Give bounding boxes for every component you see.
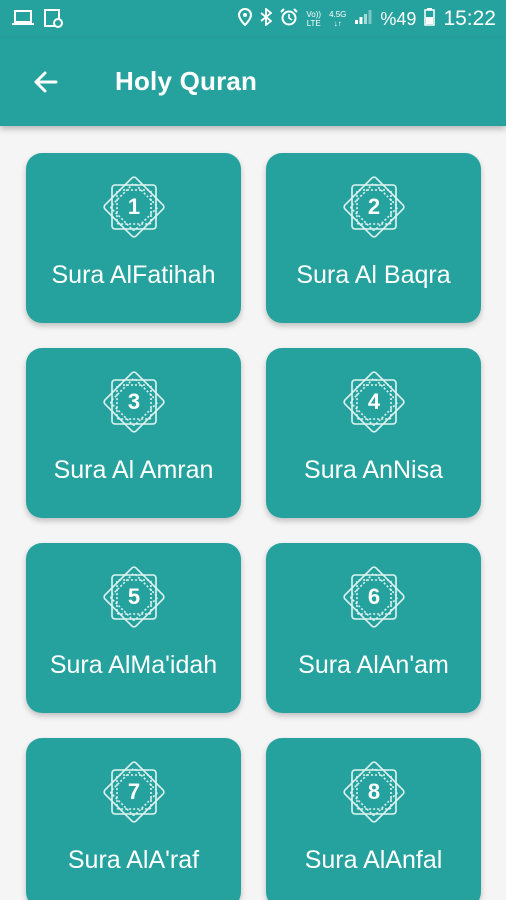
battery-percent: %49 — [380, 8, 417, 29]
sura-number: 8 — [367, 779, 381, 804]
arrow-back-icon — [34, 71, 58, 93]
status-left — [12, 9, 64, 34]
network-type-label: 4.5G — [329, 10, 347, 19]
clock: 15:22 — [443, 7, 496, 30]
sura-number: 5 — [127, 584, 141, 609]
star-emblem-icon: 8 — [336, 754, 412, 830]
sura-card-7[interactable]: 7 Sura AlA'raf — [26, 738, 241, 900]
lte-label: LTE — [306, 19, 321, 28]
sura-label: Sura AlAnfal — [304, 846, 443, 874]
sura-label: Sura AlMa'idah — [49, 651, 218, 679]
sura-number: 3 — [127, 389, 141, 414]
volte-label: Vo)) — [306, 10, 322, 19]
sura-number: 2 — [367, 194, 381, 219]
laptop-icon — [12, 9, 34, 34]
sura-card-2[interactable]: 2 Sura Al Baqra — [266, 153, 481, 323]
sura-label: Sura AnNisa — [304, 456, 443, 484]
star-emblem-icon: 6 — [336, 559, 412, 635]
sura-card-1[interactable]: 1 Sura AlFatihah — [26, 153, 241, 323]
star-emblem-icon: 5 — [96, 559, 172, 635]
sura-label: Sura Al Baqra — [296, 261, 451, 289]
status-right: Vo)) LTE 4.5G ↓↑ %49 15:22 — [238, 0, 496, 38]
star-emblem-icon: 3 — [96, 364, 172, 440]
bluetooth-icon — [260, 6, 273, 31]
page-title: Holy Quran — [115, 66, 258, 96]
signal-icon — [354, 9, 372, 30]
sura-card-8[interactable]: 8 Sura AlAnfal — [266, 738, 481, 900]
volte-indicator: Vo)) LTE — [306, 10, 321, 28]
sura-number: 4 — [367, 389, 381, 414]
app-bar: Holy Quran — [0, 38, 506, 126]
sura-number: 6 — [367, 584, 381, 609]
image-settings-icon — [44, 9, 64, 34]
back-button[interactable] — [28, 64, 64, 100]
star-emblem-icon: 1 — [96, 169, 172, 245]
star-emblem-icon: 7 — [96, 754, 172, 830]
battery-icon — [424, 7, 436, 31]
location-icon — [238, 7, 253, 31]
sura-label: Sura AlFatihah — [51, 261, 216, 289]
status-bar: Vo)) LTE 4.5G ↓↑ %49 15:22 — [0, 0, 506, 38]
star-emblem-icon: 4 — [336, 364, 412, 440]
sura-number: 1 — [127, 194, 141, 219]
sura-label: Sura AlA'raf — [67, 846, 200, 874]
alarm-icon — [280, 7, 299, 31]
sura-number: 7 — [127, 779, 141, 804]
sura-label: Sura AlAn'am — [298, 651, 449, 679]
sura-card-4[interactable]: 4 Sura AnNisa — [266, 348, 481, 518]
data-arrows: ↓↑ — [333, 19, 342, 28]
sura-card-6[interactable]: 6 Sura AlAn'am — [266, 543, 481, 713]
sura-label: Sura Al Amran — [53, 456, 214, 484]
sura-card-5[interactable]: 5 Sura AlMa'idah — [26, 543, 241, 713]
star-emblem-icon: 2 — [336, 169, 412, 245]
sura-card-3[interactable]: 3 Sura Al Amran — [26, 348, 241, 518]
sura-grid: 1 Sura AlFatihah 2 Sura Al Baqra 3 Sura … — [0, 126, 506, 900]
data-indicator: 4.5G ↓↑ — [329, 10, 346, 28]
